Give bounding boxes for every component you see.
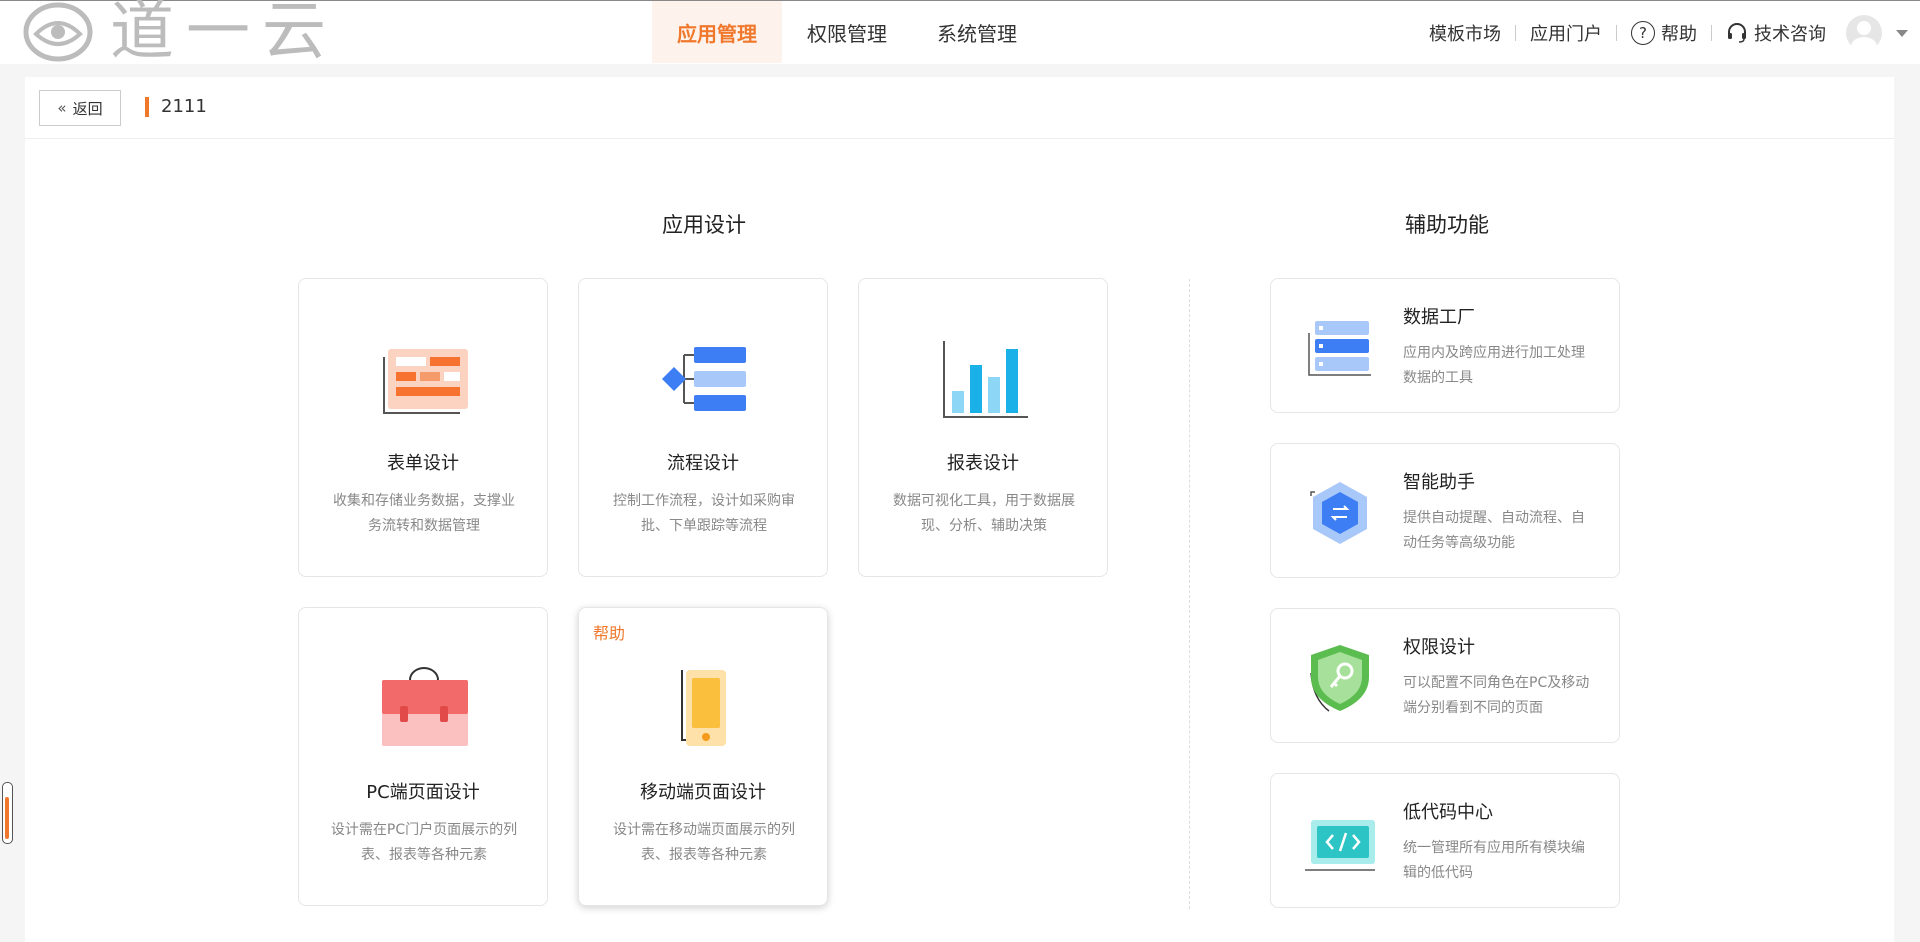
card-lowcode-center[interactable]: 低代码中心 统一管理所有应用所有模块编辑的低代码 — [1270, 773, 1620, 908]
back-button[interactable]: « 返回 — [39, 90, 121, 126]
card-title: 报表设计 — [947, 453, 1019, 474]
nav-permission-management[interactable]: 权限管理 — [782, 1, 912, 63]
help-tag[interactable]: 帮助 — [593, 620, 625, 644]
card-title: 权限设计 — [1403, 637, 1475, 658]
card-flow-design[interactable]: 流程设计 控制工作流程，设计如采购审批、下单跟踪等流程 — [578, 278, 828, 577]
breadcrumb: 2111 — [145, 96, 207, 117]
logo-text: 道一云 — [110, 0, 338, 69]
card-data-factory[interactable]: 数据工厂 应用内及跨应用进行加工处理数据的工具 — [1270, 278, 1620, 413]
card-desc: 可以配置不同角色在PC及移动端分别看到不同的页面 — [1403, 675, 1590, 716]
card-permission-design[interactable]: 权限设计 可以配置不同角色在PC及移动端分别看到不同的页面 — [1270, 608, 1620, 743]
help-label: 帮助 — [1661, 24, 1697, 45]
main-nav: 应用管理 权限管理 系统管理 — [652, 1, 1042, 63]
card-form-design[interactable]: 表单设计 收集和存储业务数据，支撑业务流转和数据管理 — [298, 278, 548, 577]
hexagon-sync-icon — [1310, 482, 1367, 544]
card-desc: 设计需在移动端页面展示的列表、报表等各种元素 — [613, 822, 795, 863]
card-title: 流程设计 — [667, 453, 739, 474]
card-title: 低代码中心 — [1403, 802, 1493, 823]
nav-system-management[interactable]: 系统管理 — [912, 1, 1042, 63]
shield-key-icon — [1310, 645, 1369, 712]
card-title: 表单设计 — [387, 453, 459, 474]
header-right-links: 模板市场 应用门户 ? 帮助 技术咨询 — [1429, 1, 1908, 65]
card-title: 数据工厂 — [1403, 307, 1475, 328]
mobile-phone-icon — [681, 670, 726, 746]
card-desc: 提供自动提醒、自动流程、自动任务等高级功能 — [1403, 510, 1585, 551]
app-portal-link[interactable]: 应用门户 — [1530, 20, 1602, 46]
card-title: 智能助手 — [1403, 472, 1475, 493]
section-divider — [1189, 279, 1190, 909]
separator — [1515, 25, 1516, 41]
logo-emblem-icon — [23, 2, 93, 62]
card-title: 移动端页面设计 — [640, 782, 766, 803]
card-desc: 控制工作流程，设计如采购审批、下单跟踪等流程 — [613, 493, 795, 534]
database-server-icon — [1308, 321, 1371, 376]
flowchart-icon — [662, 347, 746, 411]
sub-toolbar: « 返回 2111 — [25, 77, 1894, 139]
help-link[interactable]: ? 帮助 — [1631, 20, 1697, 46]
floating-scroll-handle[interactable] — [2, 782, 13, 844]
card-desc: 应用内及跨应用进行加工处理数据的工具 — [1403, 345, 1585, 386]
section-title-app-design: 应用设计 — [662, 213, 746, 237]
top-header: 道一云 应用管理 权限管理 系统管理 模板市场 应用门户 ? 帮助 技术咨询 — [0, 0, 1920, 64]
template-market-link[interactable]: 模板市场 — [1429, 20, 1501, 46]
tech-support-link[interactable]: 技术咨询 — [1726, 20, 1826, 46]
card-mobile-page-design[interactable]: 帮助 移动端页面设计 设计需在移动端页面展示的列表、报表等各种元素 — [578, 607, 828, 906]
card-title: PC端页面设计 — [366, 782, 480, 803]
card-desc: 统一管理所有应用所有模块编辑的低代码 — [1403, 840, 1585, 881]
separator — [1711, 25, 1712, 41]
back-label: 返回 — [72, 99, 103, 118]
card-report-design[interactable]: 报表设计 数据可视化工具，用于数据展现、分析、辅助决策 — [858, 278, 1108, 577]
accent-bar — [145, 96, 149, 117]
card-desc: 设计需在PC门户页面展示的列表、报表等各种元素 — [330, 822, 518, 863]
card-desc: 收集和存储业务数据，支撑业务流转和数据管理 — [333, 493, 515, 534]
card-smart-assistant[interactable]: 智能助手 提供自动提醒、自动流程、自动任务等高级功能 — [1270, 443, 1620, 578]
bar-chart-icon — [943, 341, 1028, 418]
separator — [1616, 25, 1617, 41]
card-desc: 数据可视化工具，用于数据展现、分析、辅助决策 — [893, 493, 1075, 534]
double-chevron-left-icon: « — [57, 99, 67, 117]
logo[interactable]: 道一云 — [22, 0, 338, 69]
question-circle-icon: ? — [1631, 21, 1655, 45]
user-avatar[interactable] — [1846, 15, 1882, 51]
form-icon — [383, 349, 468, 414]
chevron-down-icon[interactable] — [1896, 29, 1908, 37]
code-laptop-icon — [1305, 820, 1375, 871]
tech-support-label: 技术咨询 — [1754, 24, 1826, 45]
card-pc-page-design[interactable]: PC端页面设计 设计需在PC门户页面展示的列表、报表等各种元素 — [298, 607, 548, 906]
briefcase-icon — [382, 667, 468, 746]
app-name: 2111 — [161, 96, 207, 117]
section-title-aux: 辅助功能 — [1405, 213, 1489, 237]
headset-icon — [1728, 23, 1746, 43]
nav-app-management[interactable]: 应用管理 — [652, 1, 782, 63]
main-panel: « 返回 2111 应用设计 辅助功能 表单设计 收集和存储业务数据，支撑业务流… — [25, 77, 1894, 942]
